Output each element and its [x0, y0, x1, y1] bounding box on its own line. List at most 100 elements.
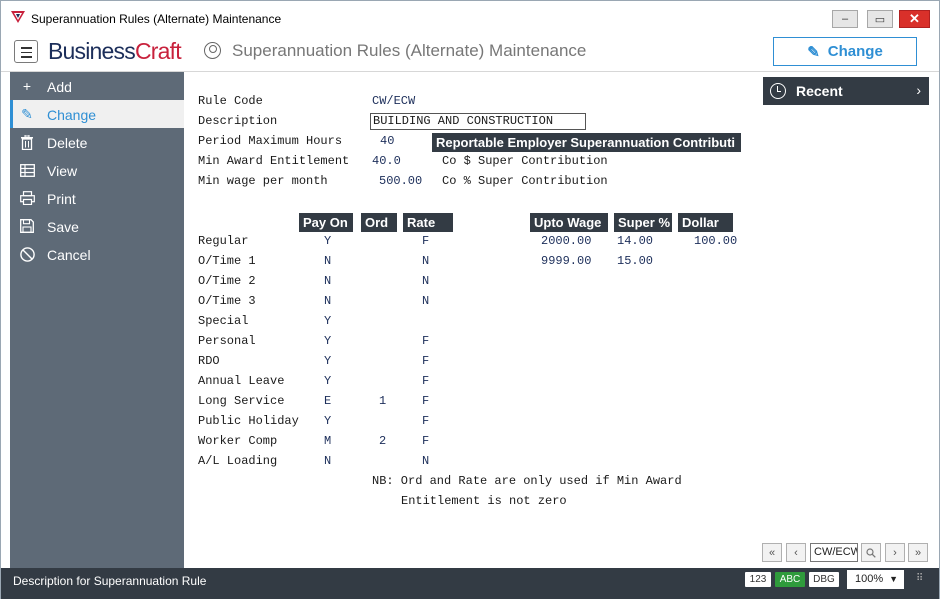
numeric-mode-badge[interactable]: 123	[745, 572, 771, 587]
note-line-2: Entitlement is not zero	[401, 494, 567, 508]
description-label: Description	[198, 114, 278, 128]
change-button[interactable]: ✎ Change	[773, 37, 917, 66]
description-value: BUILDING AND CONSTRUCTION	[373, 114, 554, 128]
note-line-1: NB: Ord and Rate are only used if Min Aw…	[372, 474, 682, 488]
window-title: Superannuation Rules (Alternate) Mainten…	[31, 12, 282, 26]
trash-icon	[19, 134, 35, 150]
title-bar: Superannuation Rules (Alternate) Mainten…	[1, 1, 939, 33]
resize-grip-icon[interactable]: ⠿	[916, 573, 923, 584]
period-max-hours-label: Period Maximum Hours	[198, 134, 343, 148]
row-label: O/Time 2	[198, 274, 256, 288]
status-text: Description for Superannuation Rule	[13, 574, 207, 588]
sidebar-item-cancel[interactable]: Cancel	[10, 240, 184, 268]
tier-upto-wage: 2000.00	[541, 234, 592, 248]
row-ord: 1	[379, 394, 387, 408]
row-rate: N	[422, 454, 430, 468]
sidebar-item-label: Save	[47, 219, 79, 235]
row-rate: F	[422, 334, 430, 348]
row-label: Public Holiday	[198, 414, 299, 428]
tier-dollar: 100.00	[694, 234, 738, 248]
row-label: O/Time 1	[198, 254, 256, 268]
edit-icon: ✎	[807, 43, 820, 61]
hamburger-line	[21, 47, 32, 49]
next-record-button[interactable]: ›	[885, 543, 905, 562]
period-max-hours-value: 40	[380, 134, 395, 148]
rule-code-label: Rule Code	[198, 94, 263, 108]
printer-icon	[19, 190, 35, 206]
recent-panel-button[interactable]: Recent ›	[763, 77, 929, 105]
record-navigator-field[interactable]: CW/ECW	[810, 543, 858, 562]
chevron-down-icon: ▼	[889, 574, 898, 584]
sidebar-item-label: View	[47, 163, 78, 179]
sidebar-item-view[interactable]: View	[10, 156, 184, 184]
row-rate: F	[422, 394, 430, 408]
rule-code-value: CW/ECW	[372, 94, 416, 108]
sidebar-item-change[interactable]: ✎ Change	[10, 100, 184, 128]
row-pay-on: Y	[324, 334, 332, 348]
tier-super-pct: 15.00	[617, 254, 654, 268]
zoom-select[interactable]: 100% ▼	[847, 570, 904, 589]
hamburger-line	[21, 51, 32, 53]
row-rate: N	[422, 254, 430, 268]
row-pay-on: N	[324, 294, 332, 308]
user-icon[interactable]	[204, 42, 221, 59]
minimize-button[interactable]: –	[832, 10, 858, 28]
status-bar: Description for Superannuation Rule 123 …	[1, 568, 939, 599]
min-wage-value: 500.00	[379, 174, 423, 188]
hamburger-menu-button[interactable]	[14, 40, 38, 63]
reportable-contribution-header: Reportable Employer Superannuation Contr…	[432, 133, 741, 152]
close-button[interactable]: ✕	[899, 10, 930, 28]
row-pay-on: M	[324, 434, 332, 448]
alpha-mode-badge[interactable]: ABC	[775, 572, 805, 587]
search-icon	[866, 547, 876, 558]
cancel-icon	[19, 246, 35, 262]
pay-on-header: Pay On	[299, 213, 353, 232]
dollar-header: Dollar	[678, 213, 733, 232]
brand-logo: BusinessCraft	[48, 38, 182, 64]
minimize-icon: –	[841, 13, 849, 25]
sidebar-item-delete[interactable]: Delete	[10, 128, 184, 156]
app-logo-icon	[11, 11, 25, 23]
clock-icon	[770, 83, 786, 99]
application-window: Superannuation Rules (Alternate) Mainten…	[0, 0, 940, 599]
sidebar-item-print[interactable]: Print	[10, 184, 184, 212]
table-icon	[19, 162, 35, 178]
row-ord: 2	[379, 434, 387, 448]
search-record-button[interactable]	[861, 543, 881, 562]
row-pay-on: Y	[324, 314, 332, 328]
recent-label: Recent	[796, 83, 843, 99]
min-wage-label: Min wage per month	[198, 174, 328, 188]
previous-record-button[interactable]: ‹	[786, 543, 806, 562]
tier-super-pct: 14.00	[617, 234, 654, 248]
edit-icon: ✎	[21, 105, 33, 122]
sidebar-item-add[interactable]: + Add	[10, 72, 184, 100]
row-pay-on: N	[324, 274, 332, 288]
min-award-label: Min Award Entitlement	[198, 154, 350, 168]
rate-header: Rate	[403, 213, 453, 232]
first-record-button[interactable]: «	[762, 543, 782, 562]
row-label: RDO	[198, 354, 220, 368]
chevron-right-icon: ›	[893, 546, 897, 559]
row-rate: N	[422, 294, 430, 308]
upto-wage-header: Upto Wage	[530, 213, 608, 232]
row-pay-on: N	[324, 454, 332, 468]
row-rate: F	[422, 434, 430, 448]
row-label: O/Time 3	[198, 294, 256, 308]
row-label: Long Service	[198, 394, 285, 408]
main-content: Rule Code CW/ECW Description BUILDING AN…	[184, 72, 939, 568]
co-dollar-super-label: Co $ Super Contribution	[442, 154, 608, 168]
co-pct-super-label: Co % Super Contribution	[442, 174, 608, 188]
last-record-button[interactable]: »	[908, 543, 928, 562]
hamburger-line	[21, 56, 32, 58]
row-label: Personal	[198, 334, 256, 348]
sidebar-item-label: Print	[47, 191, 76, 207]
sidebar-item-label: Add	[47, 79, 72, 95]
row-pay-on: Y	[324, 234, 332, 248]
sidebar-item-save[interactable]: Save	[10, 212, 184, 240]
debug-mode-badge[interactable]: DBG	[809, 572, 839, 587]
double-chevron-right-icon: »	[914, 546, 922, 559]
row-pay-on: E	[324, 394, 332, 408]
page-title: Superannuation Rules (Alternate) Mainten…	[232, 41, 587, 60]
app-header: BusinessCraft Superannuation Rules (Alte…	[1, 33, 939, 72]
maximize-button[interactable]: ▭	[867, 10, 893, 28]
